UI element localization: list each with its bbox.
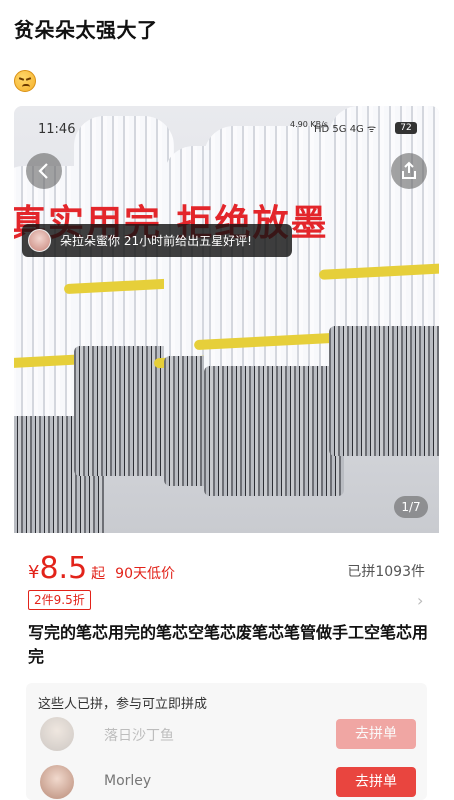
share-button[interactable] — [391, 153, 427, 189]
price-row: ¥8.5 起 90天低价 — [28, 551, 175, 586]
toast-text: 朵拉朵蜜你 21小时前给出五星好评! — [60, 234, 252, 248]
group-buy-header: 这些人已拼，参与可立即拼成 — [38, 697, 208, 712]
list-item: Morley 去拼单 — [26, 761, 427, 800]
member-name: 落日沙丁鱼 — [104, 728, 174, 744]
chevron-right-icon[interactable]: › — [417, 591, 423, 610]
refill-bundle — [63, 116, 185, 476]
product-card[interactable]: 11:46 4.90 KB/s HD 5G 4G ᯤ 72 真实用完 拒绝放墨 … — [14, 106, 439, 800]
refill-bundle — [193, 126, 355, 496]
avatar — [40, 765, 74, 799]
sold-count: 已拼1093件 — [347, 564, 425, 580]
back-button[interactable] — [26, 153, 62, 189]
price-suffix: 起 — [91, 566, 106, 582]
angry-emoji-icon — [14, 70, 36, 92]
avatar — [40, 717, 74, 751]
join-group-button[interactable]: 去拼单 — [336, 719, 416, 749]
chevron-left-icon — [38, 163, 48, 179]
price-value: 8.5 — [39, 551, 88, 586]
reviewer-avatar — [28, 229, 51, 252]
share-icon — [402, 161, 416, 179]
discount-badge[interactable]: 2件9.5折 — [28, 590, 91, 610]
low-price-label: 90天低价 — [115, 566, 175, 582]
currency-symbol: ¥ — [28, 562, 40, 583]
product-photo[interactable]: 11:46 4.90 KB/s HD 5G 4G ᯤ 72 真实用完 拒绝放墨 … — [14, 106, 439, 533]
product-info: ¥8.5 起 90天低价 已拼1093件 2件9.5折 › 写完的笔芯用完的笔芯空笔… — [14, 533, 439, 800]
battery-icon: 72 — [395, 122, 417, 134]
post-title: 贫朵朵太强大了 — [14, 18, 158, 42]
list-item: 落日沙丁鱼 去拼单 — [26, 713, 427, 757]
member-name: Morley — [104, 773, 152, 789]
signal-icons: HD 5G 4G ᯤ — [314, 124, 377, 135]
gallery-indicator: 1/7 — [394, 496, 428, 518]
product-title: 写完的笔芯用完的笔芯空笔芯废笔芯笔管做手工空笔芯用完 — [28, 623, 429, 666]
group-buy-panel: 这些人已拼，参与可立即拼成 落日沙丁鱼 去拼单 Morley 去拼单 — [26, 683, 427, 800]
review-toast: 朵拉朵蜜你 21小时前给出五星好评! — [22, 224, 292, 257]
join-group-button[interactable]: 去拼单 — [336, 767, 416, 797]
status-time: 11:46 — [38, 122, 76, 137]
